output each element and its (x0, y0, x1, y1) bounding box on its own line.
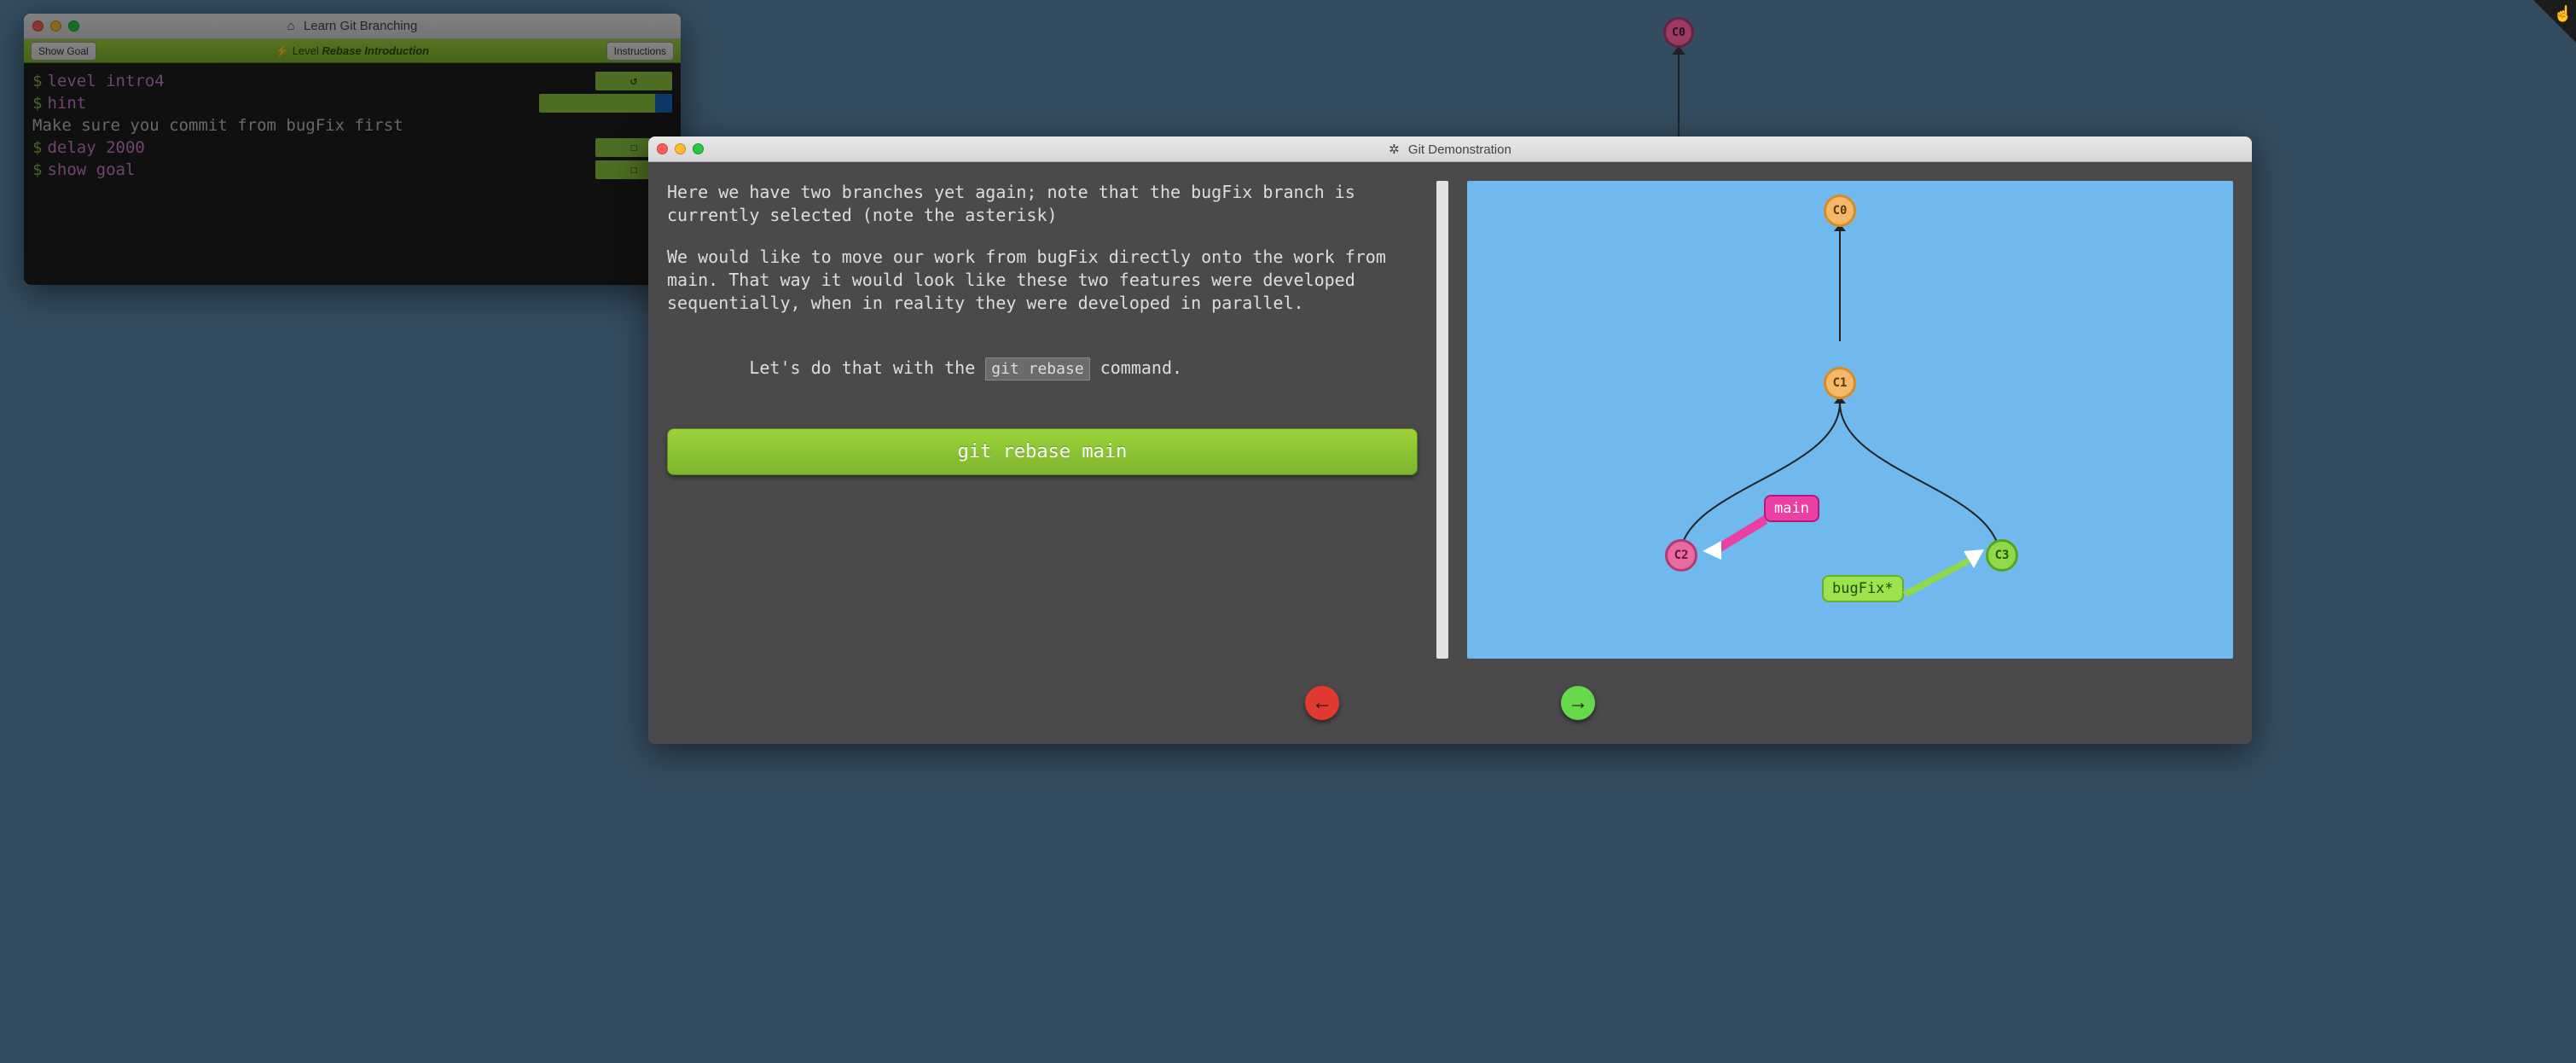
terminal-body[interactable]: $ level intro4 $ hint Make sure you comm… (24, 63, 681, 285)
prompt-icon: $ (32, 138, 42, 157)
home-icon: ⌂ (287, 19, 295, 33)
level-prefix: Level (293, 44, 319, 57)
terminal-command: level intro4 (47, 72, 164, 90)
prompt-icon: $ (32, 72, 42, 90)
show-goal-button[interactable]: Show Goal (31, 42, 96, 61)
demo-nav: ← → (648, 677, 2252, 744)
gear-icon: ✲ (1389, 142, 1400, 157)
branch-bugfix-tag[interactable]: bugFix* (1822, 575, 1904, 602)
status-badge (539, 94, 659, 113)
lesson-paragraph: We would like to move our work from bugF… (667, 246, 1418, 315)
terminal-line: $ delay 2000 (32, 137, 672, 159)
terminal-line: Make sure you commit from bugFix first (32, 114, 672, 137)
minimize-icon[interactable] (675, 143, 686, 154)
terminal-window: ⌂ Learn Git Branching Show Goal ⚡ Level … (24, 14, 681, 285)
branch-bugfix-pointer (1902, 549, 1987, 601)
checkbox-icon (630, 141, 637, 154)
retweet-icon (630, 74, 637, 88)
inline-code: git rebase (985, 357, 1089, 380)
prompt-icon: $ (32, 160, 42, 179)
next-button[interactable]: → (1561, 686, 1595, 720)
prev-button[interactable]: ← (1305, 686, 1339, 720)
close-icon[interactable] (657, 143, 668, 154)
commit-c0[interactable]: C0 (1824, 195, 1856, 227)
prompt-icon: $ (32, 94, 42, 113)
branch-main-tag[interactable]: main (1764, 495, 1819, 522)
commit-c1[interactable]: C1 (1824, 367, 1856, 399)
terminal-command: hint (47, 94, 86, 113)
demo-body: Here we have two branches yet again; not… (648, 162, 2252, 677)
demo-title: Git Demonstration (1408, 142, 1511, 157)
hand-icon: ☝ (2554, 5, 2573, 23)
inline-before: Let's do that with the (749, 357, 985, 378)
terminal-command: show goal (47, 160, 135, 179)
bg-edge (1678, 49, 1680, 143)
commit-c2[interactable]: C2 (1665, 539, 1697, 572)
lesson-text: Here we have two branches yet again; not… (667, 181, 1418, 659)
terminal-command: delay 2000 (47, 138, 144, 157)
arrow-left-icon: ← (1312, 691, 1332, 715)
level-name: Rebase Introduction (322, 44, 429, 57)
commit-c3[interactable]: C3 (1986, 539, 2018, 572)
terminal-title: Learn Git Branching (304, 19, 417, 33)
terminal-line: $ hint (32, 92, 672, 114)
edge-c1-c0 (1839, 230, 1841, 341)
zoom-icon[interactable] (68, 20, 79, 32)
branch-main-pointer (1703, 515, 1767, 558)
scrollbar[interactable] (1436, 181, 1448, 659)
minimize-icon[interactable] (50, 20, 61, 32)
inline-after: command. (1090, 357, 1182, 378)
bg-commit-c0: C0 (1663, 17, 1694, 48)
status-badge-blue (655, 94, 672, 113)
instructions-button[interactable]: Instructions (606, 42, 674, 61)
terminal-output: Make sure you commit from bugFix first (32, 116, 403, 135)
demo-titlebar: ✲ Git Demonstration (648, 137, 2252, 162)
status-badge (595, 72, 672, 90)
bolt-icon: ⚡ (276, 44, 289, 57)
terminal-line: $ level intro4 (32, 70, 672, 92)
close-icon[interactable] (32, 20, 44, 32)
terminal-line: $ show goal (32, 159, 672, 181)
terminal-titlebar: ⌂ Learn Git Branching (24, 14, 681, 39)
commit-diagram: C0 C1 C2 C3 main bugFix* (1467, 181, 2233, 659)
lesson-paragraph: Let's do that with the git rebase comman… (667, 334, 1418, 403)
level-toolbar: Show Goal ⚡ Level Rebase Introduction In… (24, 39, 681, 63)
checkbox-icon (630, 163, 637, 177)
zoom-icon[interactable] (693, 143, 704, 154)
demo-window: ✲ Git Demonstration Here we have two bra… (648, 137, 2252, 744)
lesson-paragraph: Here we have two branches yet again; not… (667, 181, 1418, 227)
arrow-right-icon: → (1568, 691, 1588, 715)
run-command-button[interactable]: git rebase main (667, 428, 1418, 475)
